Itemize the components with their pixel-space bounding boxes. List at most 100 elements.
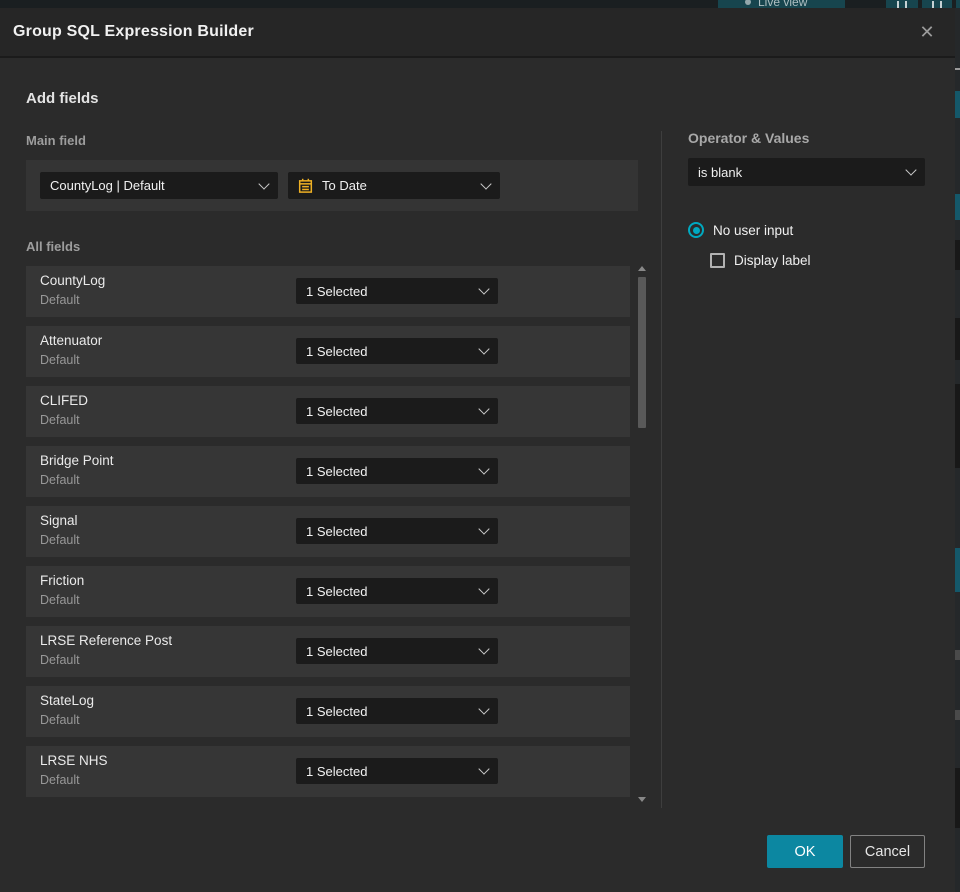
field-row: Bridge Point Default 1 Selected: [26, 446, 630, 497]
field-name: StateLog: [40, 693, 95, 708]
field-values-select[interactable]: 1 Selected: [296, 398, 498, 424]
chevron-down-icon: [478, 763, 490, 775]
main-field-bar: CountyLog | Default To Date: [26, 160, 638, 211]
chevron-down-icon: [905, 164, 917, 176]
field-values-select[interactable]: 1 Selected: [296, 578, 498, 604]
dialog-title-bar: Group SQL Expression Builder ✕: [0, 8, 955, 58]
field-values-select[interactable]: 1 Selected: [296, 698, 498, 724]
field-values-select[interactable]: 1 Selected: [296, 758, 498, 784]
chevron-down-icon: [480, 177, 492, 190]
no-user-input-label[interactable]: No user input: [713, 223, 793, 238]
field-subtitle: Default: [40, 593, 80, 607]
chevron-down-icon: [478, 463, 490, 475]
field-subtitle: Default: [40, 353, 80, 367]
underlying-app-toolbar: Live view: [0, 0, 960, 8]
chevron-down-icon: [478, 403, 490, 415]
live-view-dot-icon: [745, 0, 751, 5]
field-values-select[interactable]: 1 Selected: [296, 518, 498, 544]
main-field-select[interactable]: CountyLog | Default: [40, 172, 278, 199]
field-values-select-value: 1 Selected: [306, 703, 368, 719]
chevron-down-icon: [478, 643, 490, 655]
field-name: Friction: [40, 573, 85, 588]
scrollbar-thumb[interactable]: [638, 277, 646, 428]
field-name: Attenuator: [40, 333, 103, 348]
field-name: LRSE NHS: [40, 753, 108, 768]
group-sql-expression-builder-dialog: Group SQL Expression Builder ✕ Add field…: [0, 8, 955, 892]
no-user-input-radio-row[interactable]: No user input: [688, 222, 925, 238]
vertical-bar-icon: [897, 1, 899, 8]
field-subtitle: Default: [40, 713, 80, 727]
field-row: CountyLog Default 1 Selected: [26, 266, 630, 317]
add-fields-heading: Add fields: [26, 90, 99, 107]
display-label-checkbox-row[interactable]: Display label: [710, 253, 925, 268]
radio-selected-icon[interactable]: [688, 222, 704, 238]
live-view-button[interactable]: Live view: [718, 0, 845, 8]
vertical-bar-icon: [932, 1, 934, 8]
field-values-select[interactable]: 1 Selected: [296, 278, 498, 304]
field-values-select[interactable]: 1 Selected: [296, 458, 498, 484]
dialog-title: Group SQL Expression Builder: [13, 23, 254, 40]
vertical-bar-icon: [905, 1, 907, 8]
field-row: Friction Default 1 Selected: [26, 566, 630, 617]
field-row: Attenuator Default 1 Selected: [26, 326, 630, 377]
field-values-select-value: 1 Selected: [306, 283, 368, 299]
field-subtitle: Default: [40, 413, 80, 427]
screen: Live view Group SQL Expression Builder ✕: [0, 0, 960, 892]
operator-select[interactable]: is blank: [688, 158, 925, 186]
chevron-down-icon: [478, 523, 490, 535]
underlying-app-right-edge: [955, 8, 960, 892]
date-type-select[interactable]: To Date: [288, 172, 500, 199]
chevron-down-icon: [478, 703, 490, 715]
field-subtitle: Default: [40, 473, 80, 487]
field-values-select-value: 1 Selected: [306, 583, 368, 599]
field-subtitle: Default: [40, 533, 80, 547]
vertical-bar-icon: [940, 1, 942, 8]
field-row: StateLog Default 1 Selected: [26, 686, 630, 737]
field-row: LRSE NHS Default 1 Selected: [26, 746, 630, 797]
operator-values-panel: Operator & Values is blank No user input…: [688, 131, 925, 268]
field-name: CLIFED: [40, 393, 89, 408]
field-row: CLIFED Default 1 Selected: [26, 386, 630, 437]
field-name: Bridge Point: [40, 453, 114, 468]
field-name: Signal: [40, 513, 78, 528]
main-field-select-value: CountyLog | Default: [50, 178, 165, 193]
field-name: LRSE Reference Post: [40, 633, 173, 648]
toolbar-button-fragment-1[interactable]: [886, 0, 918, 8]
field-name: CountyLog: [40, 273, 106, 288]
date-type-select-value: To Date: [322, 178, 367, 193]
main-field-label: Main field: [26, 133, 86, 148]
field-values-select-value: 1 Selected: [306, 403, 368, 419]
field-values-select-value: 1 Selected: [306, 463, 368, 479]
live-view-label: Live view: [758, 0, 808, 8]
scrollbar-down-arrow[interactable]: [638, 797, 646, 802]
field-values-select-value: 1 Selected: [306, 523, 368, 539]
all-fields-list: CountyLog Default 1 Selected Attenuator …: [26, 266, 630, 806]
chevron-down-icon: [478, 343, 490, 355]
chevron-down-icon: [258, 177, 270, 190]
field-subtitle: Default: [40, 773, 80, 787]
scrollbar-up-arrow[interactable]: [638, 266, 646, 271]
chevron-down-icon: [478, 283, 490, 295]
calendar-icon: [298, 178, 313, 193]
display-label-label[interactable]: Display label: [734, 253, 811, 268]
field-subtitle: Default: [40, 653, 80, 667]
field-values-select-value: 1 Selected: [306, 343, 368, 359]
panel-divider: [661, 131, 662, 808]
field-subtitle: Default: [40, 293, 80, 307]
chevron-down-icon: [478, 583, 490, 595]
checkbox-unchecked-icon[interactable]: [710, 253, 725, 268]
close-icon[interactable]: ✕: [916, 21, 938, 43]
toolbar-button-fragment-3: [956, 0, 960, 8]
field-values-select-value: 1 Selected: [306, 763, 368, 779]
field-values-select-value: 1 Selected: [306, 643, 368, 659]
all-fields-label: All fields: [26, 239, 81, 254]
cancel-button[interactable]: Cancel: [850, 835, 925, 868]
ok-button[interactable]: OK: [767, 835, 843, 868]
field-values-select[interactable]: 1 Selected: [296, 638, 498, 664]
operator-values-label: Operator & Values: [688, 130, 810, 146]
field-row: Signal Default 1 Selected: [26, 506, 630, 557]
field-values-select[interactable]: 1 Selected: [296, 338, 498, 364]
operator-select-value: is blank: [698, 164, 743, 180]
toolbar-button-fragment-2[interactable]: [922, 0, 952, 8]
field-row: LRSE Reference Post Default 1 Selected: [26, 626, 630, 677]
